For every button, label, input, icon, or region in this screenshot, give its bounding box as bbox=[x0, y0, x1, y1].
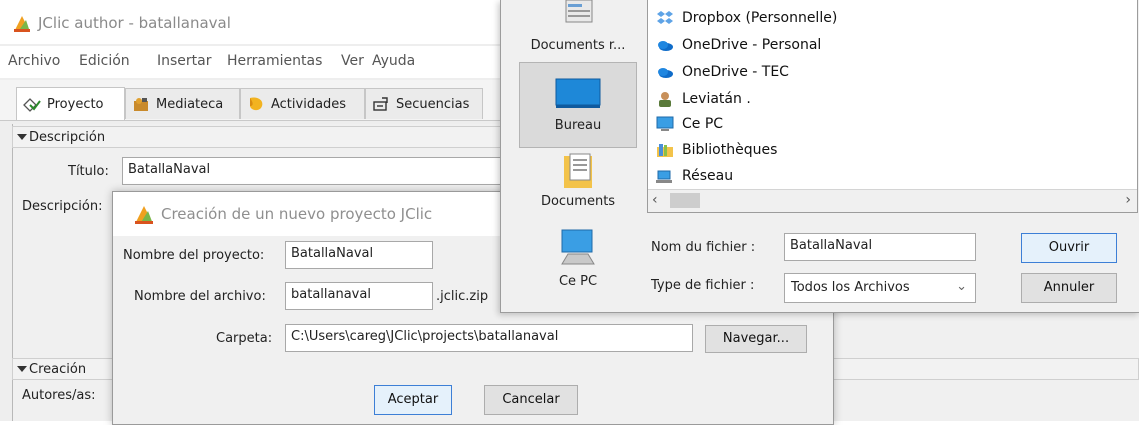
place-documents[interactable]: Documents bbox=[519, 150, 637, 214]
media-library-icon bbox=[134, 98, 148, 111]
user-icon bbox=[659, 92, 671, 107]
place-label: Documents bbox=[540, 194, 616, 209]
computer-icon bbox=[561, 229, 595, 265]
places-panel: Documents r... Bureau Documents Ce PC bbox=[501, 0, 641, 312]
menu-ayuda[interactable]: Ayuda bbox=[372, 53, 415, 69]
file-extension-label: .jclic.zip bbox=[436, 289, 489, 304]
file-item-libraries[interactable]: Bibliothèques bbox=[656, 140, 777, 160]
tab-mediateca[interactable]: Mediateca bbox=[125, 88, 240, 119]
project-name-label: Nombre del proyecto: bbox=[123, 248, 265, 263]
accept-button[interactable]: Aceptar bbox=[374, 385, 452, 415]
file-item-onedrive-tec[interactable]: OneDrive - TEC bbox=[656, 62, 789, 82]
scroll-right-icon[interactable]: › bbox=[1125, 192, 1131, 208]
dialog-title: Creación de un nuevo proyecto JClic bbox=[161, 205, 433, 223]
file-item-ce-pc[interactable]: Ce PC bbox=[656, 114, 723, 134]
tab-label: Secuencias bbox=[396, 96, 470, 112]
file-item-label: OneDrive - Personal bbox=[682, 37, 822, 53]
menu-insertar[interactable]: Insertar bbox=[157, 53, 212, 69]
onedrive-icon bbox=[658, 68, 673, 78]
tab-label: Proyecto bbox=[47, 96, 104, 112]
open-button[interactable]: Ouvrir bbox=[1021, 233, 1117, 263]
file-name-label: Nombre del archivo: bbox=[134, 289, 266, 304]
tab-label: Mediateca bbox=[156, 96, 224, 112]
project-name-field[interactable]: BatallaNaval bbox=[285, 241, 433, 269]
scrollbar-thumb[interactable] bbox=[670, 193, 700, 208]
horizontal-scrollbar[interactable]: ‹ › bbox=[648, 189, 1137, 212]
title-label: Título: bbox=[68, 164, 109, 179]
desktop-icon bbox=[555, 78, 601, 108]
menu-archivo[interactable]: Archivo bbox=[8, 53, 60, 69]
file-item-label: Dropbox (Personnelle) bbox=[682, 10, 838, 26]
documents-folder-icon bbox=[564, 153, 592, 188]
file-name-field[interactable]: batallanaval bbox=[285, 282, 433, 310]
file-item-dropbox[interactable]: Dropbox (Personnelle) bbox=[656, 8, 837, 28]
cancel-button[interactable]: Annuler bbox=[1021, 273, 1117, 303]
caret-down-icon bbox=[17, 134, 27, 140]
file-item-label: Ce PC bbox=[682, 116, 724, 132]
file-item-label: Réseau bbox=[682, 168, 734, 184]
tab-secuencias[interactable]: Secuencias bbox=[365, 88, 483, 119]
computer-icon bbox=[656, 116, 674, 131]
file-item-label: Leviatán . bbox=[682, 91, 751, 107]
section-title: Descripción bbox=[29, 130, 106, 145]
place-recent-documents[interactable]: Documents r... bbox=[519, 0, 637, 60]
browse-button[interactable]: Navegar... bbox=[705, 325, 807, 353]
file-type-value: Todos los Archivos bbox=[791, 280, 910, 295]
recent-documents-icon bbox=[565, 0, 593, 23]
place-ce-pc[interactable]: Ce PC bbox=[519, 228, 637, 294]
file-list: Dropbox (Personnelle) OneDrive - Persona… bbox=[647, 0, 1138, 213]
dropbox-icon bbox=[657, 11, 673, 24]
jclic-app-icon bbox=[135, 206, 153, 224]
libraries-icon bbox=[657, 144, 673, 157]
folder-field[interactable]: C:\Users\careg\JClic\projects\batallanav… bbox=[285, 324, 693, 352]
file-item-label: Bibliothèques bbox=[682, 142, 778, 158]
activities-icon bbox=[250, 97, 263, 111]
cancel-button[interactable]: Cancelar bbox=[484, 385, 578, 415]
description-label: Descripción: bbox=[22, 199, 103, 214]
network-icon bbox=[656, 170, 672, 183]
project-icon bbox=[23, 98, 41, 112]
file-type-select[interactable]: Todos los Archivos ⌄ bbox=[784, 273, 976, 303]
file-name-label: Nom du fichier : bbox=[651, 240, 756, 255]
onedrive-icon bbox=[658, 41, 673, 51]
folder-label: Carpeta: bbox=[216, 331, 273, 346]
caret-down-icon bbox=[17, 366, 27, 372]
jclic-app-icon bbox=[14, 16, 30, 32]
menu-ver[interactable]: Ver bbox=[341, 53, 364, 69]
window-title: JClic author - batallanaval bbox=[38, 14, 231, 32]
menu-edicion[interactable]: Edición bbox=[79, 53, 130, 69]
tab-actividades[interactable]: Actividades bbox=[240, 88, 365, 119]
sequences-icon bbox=[373, 97, 388, 111]
authors-label: Autores/as: bbox=[22, 388, 96, 403]
title-field[interactable]: BatallaNaval bbox=[122, 157, 522, 185]
section-title: Creación bbox=[29, 362, 87, 377]
file-open-dialog: Documents r... Bureau Documents Ce PC Dr… bbox=[500, 0, 1139, 313]
tab-proyecto[interactable]: Proyecto bbox=[16, 87, 125, 120]
file-item-label: OneDrive - TEC bbox=[682, 64, 789, 80]
tab-label: Actividades bbox=[271, 96, 347, 112]
place-label: Documents r... bbox=[530, 38, 626, 53]
scroll-left-icon[interactable]: ‹ bbox=[652, 192, 658, 208]
menu-herramientas[interactable]: Herramientas bbox=[227, 53, 322, 69]
file-type-label: Type de fichier : bbox=[651, 278, 755, 293]
place-label: Bureau bbox=[554, 118, 602, 133]
file-item-network[interactable]: Réseau bbox=[656, 166, 733, 186]
file-item-user[interactable]: Leviatán . bbox=[656, 89, 751, 109]
place-label: Ce PC bbox=[558, 274, 598, 289]
file-name-input[interactable]: BatallaNaval bbox=[784, 233, 976, 261]
chevron-down-icon: ⌄ bbox=[956, 279, 967, 294]
place-bureau[interactable]: Bureau bbox=[519, 62, 637, 148]
file-item-onedrive-personal[interactable]: OneDrive - Personal bbox=[656, 35, 821, 55]
